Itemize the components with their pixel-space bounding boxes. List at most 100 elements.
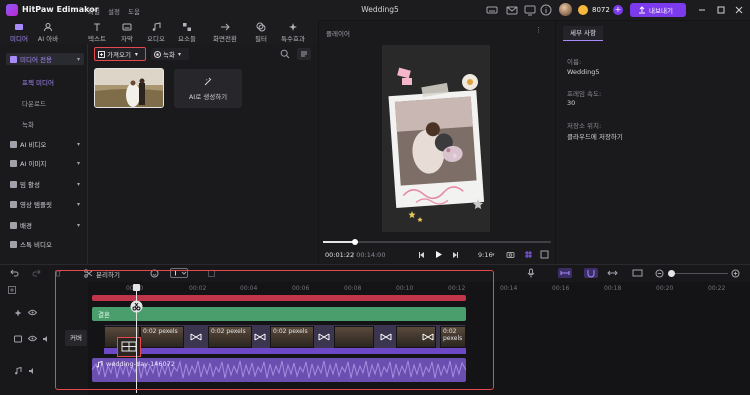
sidebar-item-label: 밈 활성 [20,181,41,189]
location-label: 저장소 위치: [567,122,602,130]
user-avatar[interactable] [559,3,572,16]
tab-audio-label: 오디오 [147,35,165,43]
speaker-icon[interactable] [42,335,50,343]
zoom-out-icon[interactable] [655,269,664,278]
link-tracks-icon[interactable] [558,268,572,278]
project-title: Wedding5 [361,5,399,14]
ruler-tick: 00:14 [500,285,518,292]
microphone-icon[interactable] [527,268,535,278]
sidebar-sub-recordings[interactable]: 녹화 [22,119,34,129]
screen-icon[interactable] [524,4,536,16]
sidebar-item-label: 미디어 전용 [20,56,52,64]
meme-icon [10,180,17,188]
video-track-icon [14,335,22,343]
record-button[interactable]: 녹화 ▾ [151,48,189,60]
fps-value: 30 [567,99,576,107]
media-thumbnail-wedding[interactable] [94,68,164,108]
stock-video-icon [10,240,17,248]
menu-file[interactable]: 파일 [88,6,100,16]
aspect-ratio-select[interactable]: 9:16 [478,251,493,259]
tab-text[interactable]: 텍스트 [84,22,110,44]
add-track-icon[interactable] [8,286,16,294]
tab-media[interactable]: 미디어 [6,22,32,44]
menu-settings[interactable]: 설정 [108,6,120,16]
folder-icon [10,55,17,63]
export-label: 내보내기 [649,7,673,15]
tab-effects[interactable]: 특수효과 [276,22,310,44]
tab-subtitles[interactable]: 자막 [114,22,140,44]
sidebar-sub-downloads[interactable]: 다운로드 [22,98,46,108]
fit-width-icon[interactable] [607,269,618,277]
grid-icon[interactable] [524,250,533,259]
tab-subtitles-label: 자막 [121,35,133,43]
tab-details[interactable]: 세부 사항 [563,26,603,41]
maximize-icon[interactable] [716,5,726,15]
snapshot-icon[interactable] [506,250,515,259]
app-logo [6,4,18,16]
mail-icon[interactable] [506,4,518,16]
tab-ai-avatar[interactable]: AI 아바타 [35,22,61,53]
name-label: 이름: [567,58,582,66]
fit-tracks-icon[interactable] [632,269,643,277]
sidebar-item-meme[interactable]: 밈 활성 ▾ [6,178,84,190]
total-time: / 00:14:00 [352,251,386,259]
speaker-icon[interactable] [28,367,36,375]
add-credits-button[interactable]: + [613,5,623,15]
sidebar-sub-project-media[interactable]: 프젝 미디어 [22,77,54,87]
sidebar-item-ai-image[interactable]: AI 이미지 ▾ [6,157,84,169]
eye-icon[interactable] [28,309,37,316]
ruler-tick: 00:20 [656,285,674,292]
effects-track-icon [14,309,22,317]
import-label: 가져오기 [107,51,131,59]
fps-label: 프레임 속도: [567,90,602,98]
ruler-tick: 00:18 [604,285,622,292]
preview-canvas[interactable] [382,45,490,232]
current-time: 00:01:22 [325,251,355,259]
fullscreen-icon[interactable] [540,250,549,259]
export-button[interactable]: 내보내기 [630,3,686,17]
undo-icon[interactable] [10,269,19,277]
eye-icon[interactable] [28,335,37,342]
next-frame-icon[interactable] [451,251,459,259]
close-icon[interactable] [734,5,744,15]
tab-filters[interactable]: 필터 [248,22,274,44]
sidebar-item-my-media[interactable]: 미디어 전용 ▾ [6,53,84,65]
zoom-in-icon[interactable] [731,269,740,278]
tab-elements[interactable]: 요소들 [174,22,200,44]
magnet-icon[interactable] [584,268,598,278]
tab-audio[interactable]: 오디오 [143,22,169,44]
chevron-down-icon: ▾ [76,159,80,167]
info-icon[interactable] [540,4,552,16]
sidebar-item-templates[interactable]: 영상 템플릿 ▾ [6,198,84,210]
sidebar-item-label: 배경 [20,222,32,230]
ai-generate-card[interactable]: AI로 생성하기 [174,69,242,108]
zoom-slider[interactable] [668,273,728,274]
sidebar-item-stock-video[interactable]: 스톡 비디오 [6,238,84,250]
redo-icon[interactable] [32,269,41,277]
keyboard-icon[interactable] [486,4,498,16]
zoom-slider-handle[interactable] [668,270,675,277]
sidebar-item-label: AI 이미지 [20,160,47,168]
tab-text-label: 텍스트 [88,35,106,43]
chevron-down-icon: ▾ [76,55,80,63]
menu-help[interactable]: 도움 [128,6,140,16]
playback-progress-fill [323,241,355,243]
import-button[interactable]: 가져오기 ▾ [94,47,146,61]
record-label: 녹화 [163,51,175,59]
minimize-icon[interactable] [697,5,707,15]
chevron-down-icon: ▾ [76,180,80,188]
search-icon[interactable] [280,49,290,59]
prev-frame-icon[interactable] [418,251,426,259]
tab-effects-label: 특수효과 [281,35,305,43]
tab-transitions[interactable]: 화면전환 [207,22,243,44]
list-view-icon[interactable] [297,48,311,60]
playback-progress-handle[interactable] [351,239,358,245]
play-icon[interactable] [434,250,443,259]
sidebar-item-ai-video[interactable]: AI 비디오 ▾ [6,138,84,150]
sidebar-item-background[interactable]: 배경 ▾ [6,219,84,231]
chevron-down-icon: ▾ [76,200,80,208]
ai-image-icon [10,159,17,167]
details-panel [556,21,750,264]
location-value: 클라우드에 저장하기 [567,133,623,141]
more-options-icon[interactable]: ⋮ [535,26,542,34]
